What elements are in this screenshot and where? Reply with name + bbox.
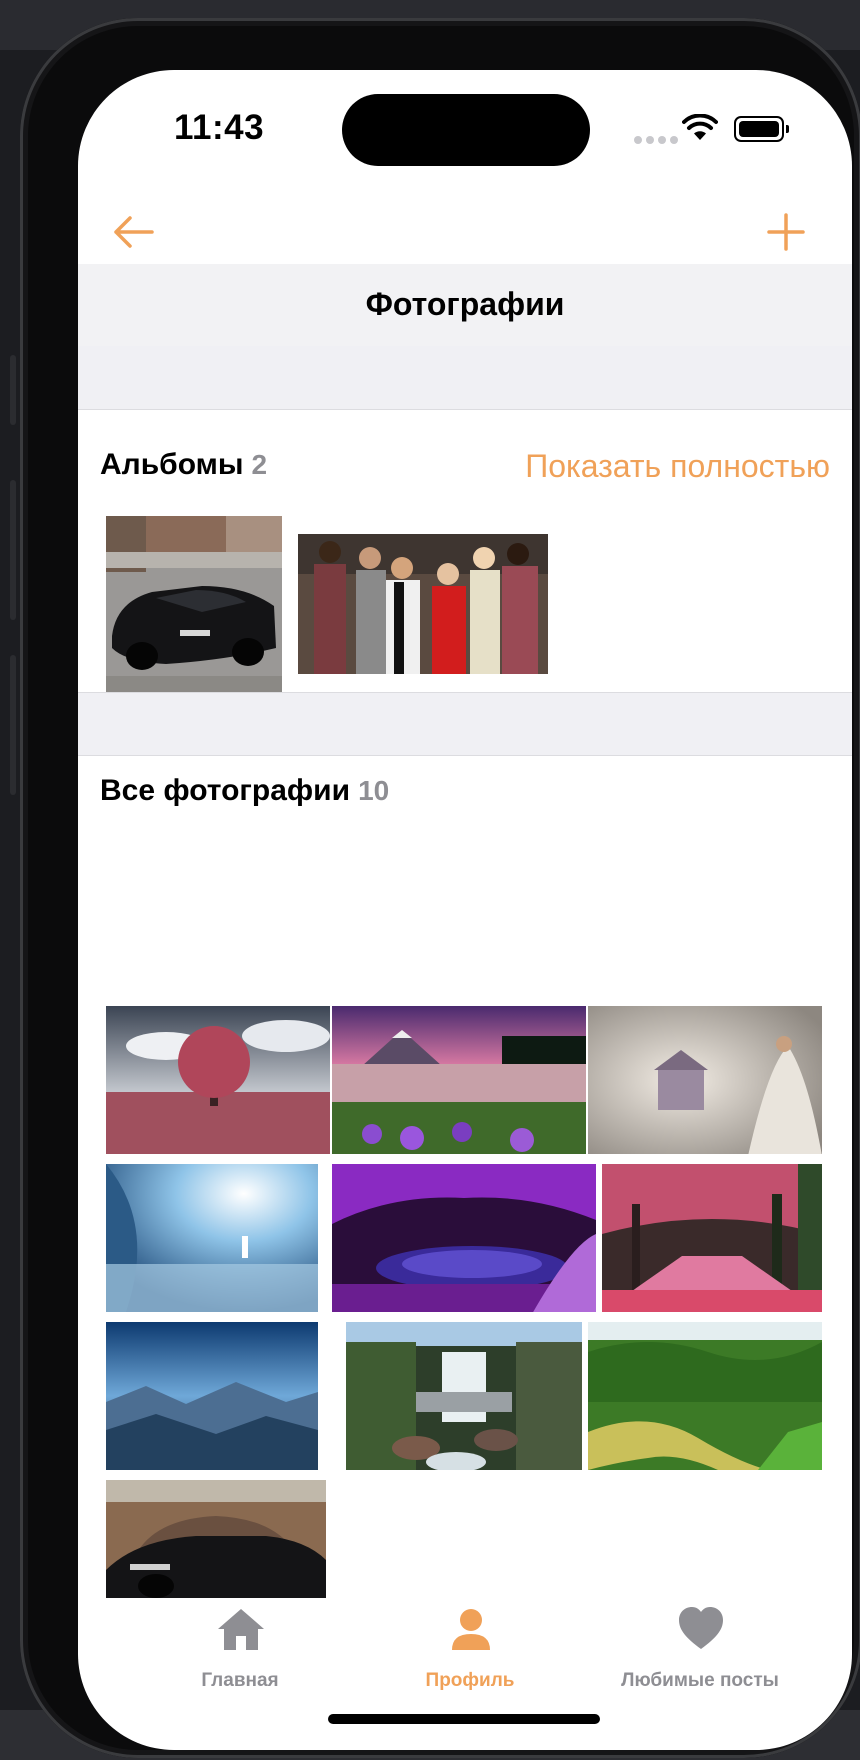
photo-thumbnail[interactable] xyxy=(106,1322,318,1470)
cellular-signal-icon xyxy=(634,136,678,144)
all-photos-title: Все фотографии xyxy=(100,774,351,807)
tab-label: Профиль xyxy=(425,1670,515,1691)
back-button[interactable] xyxy=(106,204,162,260)
dynamic-island xyxy=(342,94,590,166)
all-photos-header: Все фотографии 10 xyxy=(100,774,389,808)
home-indicator[interactable] xyxy=(328,1714,600,1724)
photo-thumbnail[interactable] xyxy=(106,1006,330,1154)
nav-title-bar: Фотографии xyxy=(78,264,852,346)
tab-label: Главная xyxy=(201,1670,279,1691)
tab-profile[interactable]: Профиль xyxy=(360,1600,580,1700)
photo-thumbnail[interactable] xyxy=(346,1322,582,1470)
wifi-icon xyxy=(682,114,718,140)
tab-home[interactable]: Главная xyxy=(130,1600,350,1700)
album-thumbnail[interactable] xyxy=(298,534,548,674)
photo-thumbnail[interactable] xyxy=(332,1164,596,1312)
battery-icon xyxy=(734,116,789,142)
plus-icon xyxy=(767,213,805,251)
status-time: 11:43 xyxy=(174,108,265,147)
show-all-albums-link[interactable]: Показать полностью xyxy=(525,448,830,485)
phone-frame: 11:43 Фотографии Альбомы 2 Показать полн… xyxy=(20,18,860,1758)
all-photos-count: 10 xyxy=(358,775,390,806)
albums-title: Альбомы xyxy=(100,448,244,481)
home-icon xyxy=(218,1609,264,1650)
side-button-volume-up xyxy=(10,480,16,620)
photo-thumbnail[interactable] xyxy=(588,1322,822,1470)
section-separator xyxy=(78,692,852,756)
photo-thumbnail[interactable] xyxy=(332,1006,586,1154)
heart-icon xyxy=(679,1607,723,1649)
section-separator xyxy=(78,346,852,410)
photo-thumbnail[interactable] xyxy=(588,1006,822,1154)
photo-thumbnail[interactable] xyxy=(106,1480,326,1598)
album-thumbnail[interactable] xyxy=(106,516,282,692)
tab-label: Любимые посты xyxy=(621,1670,779,1691)
phone-screen: 11:43 Фотографии Альбомы 2 Показать полн… xyxy=(78,70,852,1750)
photo-thumbnail[interactable] xyxy=(106,1164,318,1312)
tab-favorite-posts[interactable]: Любимые посты xyxy=(590,1600,810,1700)
side-button-volume-down xyxy=(10,655,16,795)
albums-header: Альбомы 2 xyxy=(100,448,267,482)
photo-thumbnail[interactable] xyxy=(602,1164,822,1312)
page-title: Фотографии xyxy=(365,286,565,322)
arrow-left-icon xyxy=(114,216,154,248)
person-icon xyxy=(452,1609,490,1650)
side-button-action xyxy=(10,355,16,425)
add-photo-button[interactable] xyxy=(758,204,814,260)
albums-count: 2 xyxy=(251,449,268,480)
